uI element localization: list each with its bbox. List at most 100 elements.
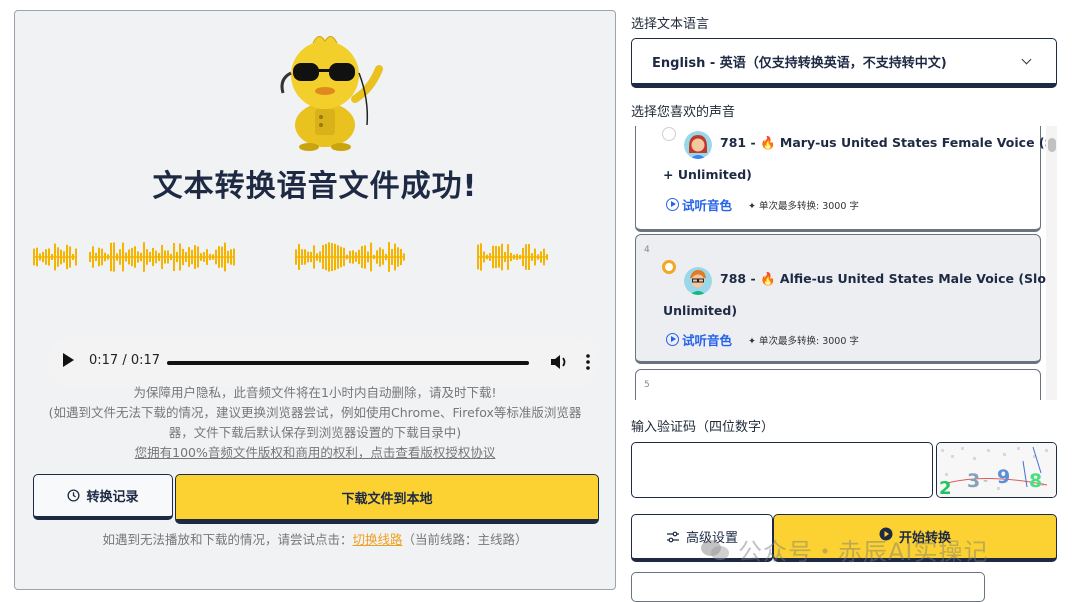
- waveform-bar: [355, 252, 357, 262]
- voice-card-next[interactable]: 5: [635, 369, 1041, 400]
- copyright-link[interactable]: 您拥有100%音频文件版权和商用的权利，点击查看版权授权协议: [15, 443, 615, 463]
- waveform-bar: [113, 242, 115, 272]
- volume-icon[interactable]: [549, 353, 569, 371]
- waveform-bar: [98, 247, 100, 267]
- waveform-bar: [397, 247, 399, 267]
- waveform-bar: [224, 242, 226, 272]
- waveform-bar: [101, 248, 103, 266]
- language-value: English - 英语（仅支持转换英语，不支持转中文): [652, 55, 947, 71]
- waveform-bar: [358, 249, 360, 265]
- waveform-bar: [194, 245, 196, 269]
- voice-list: 781 - 🔥 Mary-us United States Female Voi…: [631, 126, 1057, 400]
- waveform-bar: [498, 246, 500, 268]
- waveform-bar: [57, 247, 59, 267]
- waveform-bar: [334, 243, 336, 271]
- play-icon[interactable]: [63, 353, 74, 367]
- waveform-bar: [39, 253, 41, 261]
- waveform-bar: [60, 249, 62, 265]
- waveform-bar: [33, 248, 35, 266]
- captcha-digit-1: 2: [939, 478, 952, 498]
- voice-card-781[interactable]: 781 - 🔥 Mary-us United States Female Voi…: [635, 126, 1057, 232]
- waveform-bar: [134, 246, 136, 268]
- audio-seek-bar[interactable]: [167, 361, 529, 365]
- waveform-bar: [218, 246, 220, 268]
- waveform-bar: [328, 242, 330, 272]
- waveform-bar: [63, 251, 65, 263]
- waveform-bar: [149, 251, 151, 263]
- voice-radio[interactable]: [662, 127, 676, 141]
- history-label: 转换记录: [86, 490, 139, 505]
- switch-prefix: 如遇到无法播放和下载的情况，请尝试点击：: [102, 532, 353, 547]
- waveform-bar: [72, 254, 74, 260]
- waveform-bar: [519, 254, 521, 260]
- chevron-down-icon: [1021, 54, 1032, 65]
- history-button[interactable]: 转换记录: [33, 474, 173, 520]
- play-circle-icon: [666, 198, 679, 211]
- waveform-bar: [522, 248, 524, 266]
- waveform-bar: [477, 244, 479, 270]
- waveform-bar: [158, 253, 160, 261]
- waveform-bar: [385, 253, 387, 261]
- waveform-bar: [489, 252, 491, 262]
- audio-time: 0:17 / 0:17: [89, 353, 161, 368]
- waveform-bar: [540, 251, 542, 263]
- voice-list-scrollbar[interactable]: [1046, 126, 1057, 400]
- waveform-bar: [75, 248, 77, 266]
- captcha-digit-2: 3: [967, 470, 980, 492]
- success-title: 文本转换语音文件成功!: [152, 169, 478, 204]
- scroll-thumb[interactable]: [1048, 138, 1056, 152]
- voice-radio-selected[interactable]: [662, 260, 676, 274]
- waveform-bar: [495, 245, 497, 269]
- listen-button[interactable]: 试听音色: [666, 195, 732, 214]
- waveform-bar: [331, 242, 333, 272]
- download-tip-cont: 器，文件下载后默认保存到浏览器设置的下载目录中): [168, 425, 462, 440]
- waveform-bar: [137, 251, 139, 263]
- waveform-bar: [128, 249, 130, 265]
- waveform-bar: [531, 253, 533, 261]
- waveform-bar: [346, 254, 348, 260]
- text-input-box[interactable]: [631, 572, 985, 602]
- listen-button[interactable]: 试听音色: [666, 330, 732, 349]
- waveform-bar: [89, 251, 91, 263]
- waveform-bar: [507, 244, 509, 270]
- waveform-bar: [116, 253, 118, 261]
- waveform-bar: [164, 250, 166, 264]
- waveform-bar: [343, 247, 345, 267]
- female-avatar-icon: [684, 131, 712, 159]
- waveform-bar: [176, 251, 178, 263]
- mascot-image: [280, 36, 383, 151]
- waveform-bar: [92, 246, 94, 268]
- voice-label: 选择您喜欢的声音: [631, 105, 736, 120]
- waveform-bar: [501, 243, 503, 271]
- waveform-bar: [382, 249, 384, 265]
- waveform-bar: [173, 242, 175, 272]
- voice-card-788[interactable]: 4 788 - 🔥 Alfie-us United States Male Vo…: [635, 234, 1057, 364]
- waveform-bar: [352, 250, 354, 264]
- waveform-bar: [361, 246, 363, 268]
- waveform-bar: [209, 253, 211, 261]
- waveform-bar: [230, 249, 232, 265]
- language-select[interactable]: English - 英语（仅支持转换英语，不支持转中文): [631, 38, 1057, 88]
- play-circle-icon: [666, 333, 679, 346]
- waveform-bar: [185, 251, 187, 263]
- switch-line-link[interactable]: 切换线路: [352, 532, 402, 547]
- download-button[interactable]: 下载文件到本地: [175, 474, 599, 524]
- captcha-image[interactable]: 2 3 - 9 8: [936, 442, 1057, 498]
- waveform-bar: [546, 254, 548, 260]
- waveform-bar: [227, 250, 229, 264]
- waveform-bar: [161, 244, 163, 270]
- captcha-input[interactable]: [631, 442, 933, 498]
- waveform-bar: [391, 249, 393, 265]
- waveform-bar: [179, 243, 181, 271]
- waveform-bar: [370, 242, 372, 272]
- more-options-icon[interactable]: [583, 353, 593, 371]
- waveform-bar: [388, 242, 390, 272]
- waveform-bar: [95, 252, 97, 262]
- waveform-bar: [316, 253, 318, 261]
- waveform-bar: [155, 250, 157, 264]
- sliders-icon: [666, 531, 679, 542]
- waveform-bar: [215, 249, 217, 265]
- waveform-bar: [170, 253, 172, 261]
- waveform-bar: [143, 242, 145, 272]
- waveform-bar: [516, 253, 518, 261]
